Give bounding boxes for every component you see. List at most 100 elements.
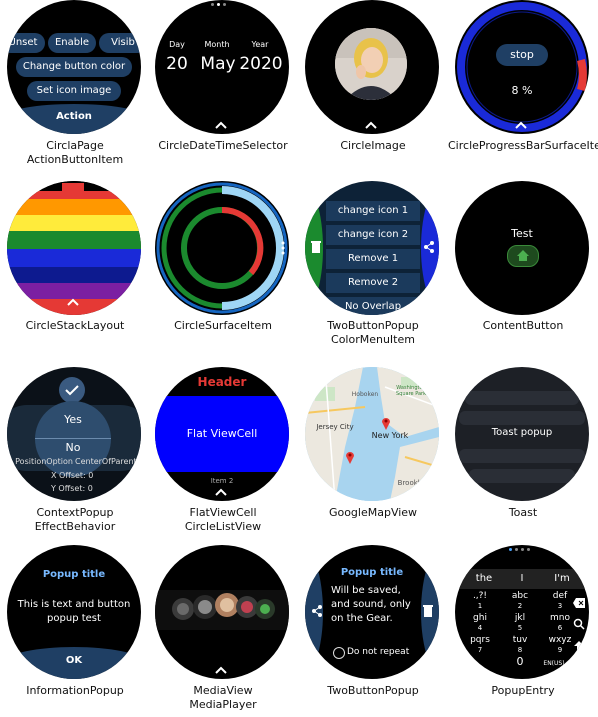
caption: CircleDateTimeSelector (148, 139, 298, 153)
key-8[interactable]: tuv 8 (503, 635, 537, 655)
chevron-up-icon[interactable] (514, 120, 528, 130)
key-2[interactable]: abc 2 (503, 591, 537, 611)
key-1[interactable]: .,?! 1 (463, 591, 497, 611)
caption: CircleImage (298, 139, 448, 153)
page-indicator (211, 3, 233, 7)
caption: CircleSurfaceItem (148, 319, 298, 333)
month-value[interactable]: May (195, 54, 241, 74)
caption-line: CircleDateTimeSelector (158, 139, 288, 152)
caption: TwoButtonPopup (298, 684, 448, 698)
chevron-up-icon[interactable] (364, 120, 378, 130)
caption-line: CircleImage (340, 139, 406, 152)
caption: TwoButtonPopup ColorMenuItem (298, 319, 448, 347)
caption: PopupEntry (448, 684, 598, 698)
key-letters: tuv (512, 635, 528, 645)
change-button-color-button[interactable]: Change button color (16, 57, 132, 77)
popup-title: Popup title (42, 569, 106, 580)
key-6[interactable]: mno 6 (543, 613, 577, 633)
suggestion-i[interactable]: I (507, 573, 537, 584)
key-letters: wxyz (548, 635, 572, 645)
blurred-row (465, 391, 579, 405)
key-letters: ghi (473, 613, 487, 623)
map-pin-icon[interactable] (345, 449, 355, 464)
shift-arrow-icon[interactable] (573, 637, 585, 651)
set-icon-image-button[interactable]: Set icon image (27, 81, 121, 101)
key-letters: .,?! (472, 591, 488, 601)
key-5[interactable]: jkl 5 (503, 613, 537, 633)
key-digit: 9 (557, 646, 563, 654)
map-label-new-york: New York (371, 431, 409, 440)
content-button[interactable] (507, 245, 539, 267)
caption-line: Toast (508, 506, 538, 519)
caption-line: FlatViewCell (189, 506, 257, 519)
position-option-label: PositionOption (15, 457, 73, 466)
change-icon-1-item[interactable]: change icon 1 (326, 201, 420, 221)
watch-face: change icon 1 change icon 2 Remove 1 Rem… (305, 181, 439, 315)
watch-face (155, 181, 289, 315)
caption-line: ActionButtonItem (26, 153, 124, 166)
watch-face: stop 8 % (455, 0, 589, 134)
list-header: Header (197, 375, 247, 389)
change-icon-2-item[interactable]: change icon 2 (326, 225, 420, 245)
popup-title: Popup title (340, 567, 404, 578)
map-label-hoboken: Hoboken (351, 391, 379, 398)
caption: CirclaPage ActionButtonItem (0, 139, 150, 167)
do-not-repeat-checkbox[interactable] (333, 647, 345, 659)
watch-face: Test (455, 181, 589, 315)
month-label: Month (204, 40, 230, 49)
key-digit: 1 (477, 602, 483, 610)
watch-face: Popup title Will be saved, and sound, on… (305, 545, 439, 679)
caption-line: ContentButton (482, 319, 564, 332)
day-value[interactable]: 20 (161, 54, 193, 74)
enable-chip[interactable]: Enable (48, 33, 96, 53)
y-offset-label: Y Offset: 0 (51, 484, 93, 493)
language-key[interactable]: EN(US) (539, 659, 569, 669)
profile-photo (335, 28, 407, 100)
chevron-up-icon[interactable] (214, 120, 228, 130)
map-pin-icon[interactable] (381, 415, 391, 430)
year-value[interactable]: 2020 (239, 54, 283, 74)
caption-line: CircleProgressBarSurfaceItem (448, 139, 598, 152)
remove-2-item[interactable]: Remove 2 (326, 273, 420, 293)
key-4[interactable]: ghi 4 (463, 613, 497, 633)
caption: MediaView MediaPlayer (148, 684, 298, 712)
remove-1-item[interactable]: Remove 1 (326, 249, 420, 269)
yes-option[interactable]: Yes (35, 413, 111, 426)
visible-chip[interactable]: Visib (99, 33, 141, 53)
caption: FlatViewCell CircleListView (148, 506, 298, 534)
no-option[interactable]: No (35, 441, 111, 454)
key-9[interactable]: wxyz 9 (543, 635, 577, 655)
blurred-row (459, 411, 585, 425)
popup-text-line: and sound, only (331, 599, 411, 610)
watch-face: Yes No PositionOption CenterOfParent X O… (7, 367, 141, 501)
no-overlap-item[interactable]: No Overlap (326, 297, 420, 315)
watch-face (305, 0, 439, 134)
backspace-icon[interactable] (573, 593, 585, 608)
chevron-up-icon[interactable] (66, 297, 80, 307)
share-icon (423, 239, 435, 253)
chevron-up-icon[interactable] (214, 487, 228, 497)
key-3[interactable]: def 3 (543, 591, 577, 611)
stop-button[interactable]: stop (496, 44, 548, 66)
suggestion-im[interactable]: I'm (547, 573, 577, 584)
caption-line: CirclaPage (46, 139, 104, 152)
media-video-frame[interactable] (155, 545, 289, 679)
progress-ring (457, 2, 587, 132)
map-view[interactable]: Jersey City New York Hoboken Washington … (305, 367, 439, 501)
key-0[interactable]: 0 (503, 656, 537, 667)
checkmark-icon (65, 385, 79, 396)
key-digit: 6 (557, 624, 563, 632)
map-label-brooklyn: Brooklyn (397, 479, 429, 487)
page-indicator (509, 548, 535, 552)
chevron-up-icon[interactable] (214, 665, 228, 675)
caption-line: CircleStackLayout (25, 319, 125, 332)
caption: InformationPopup (0, 684, 150, 698)
unset-chip[interactable]: Unset (7, 33, 45, 53)
suggestion-the[interactable]: the (469, 573, 499, 584)
person-photo-icon (335, 28, 407, 100)
map-label-jersey-city: Jersey City (316, 423, 354, 431)
search-icon[interactable] (573, 615, 585, 630)
key-7[interactable]: pqrs 7 (463, 635, 497, 655)
popup-text-line: This is text and button (17, 599, 131, 610)
caption: CircleStackLayout (0, 319, 150, 333)
